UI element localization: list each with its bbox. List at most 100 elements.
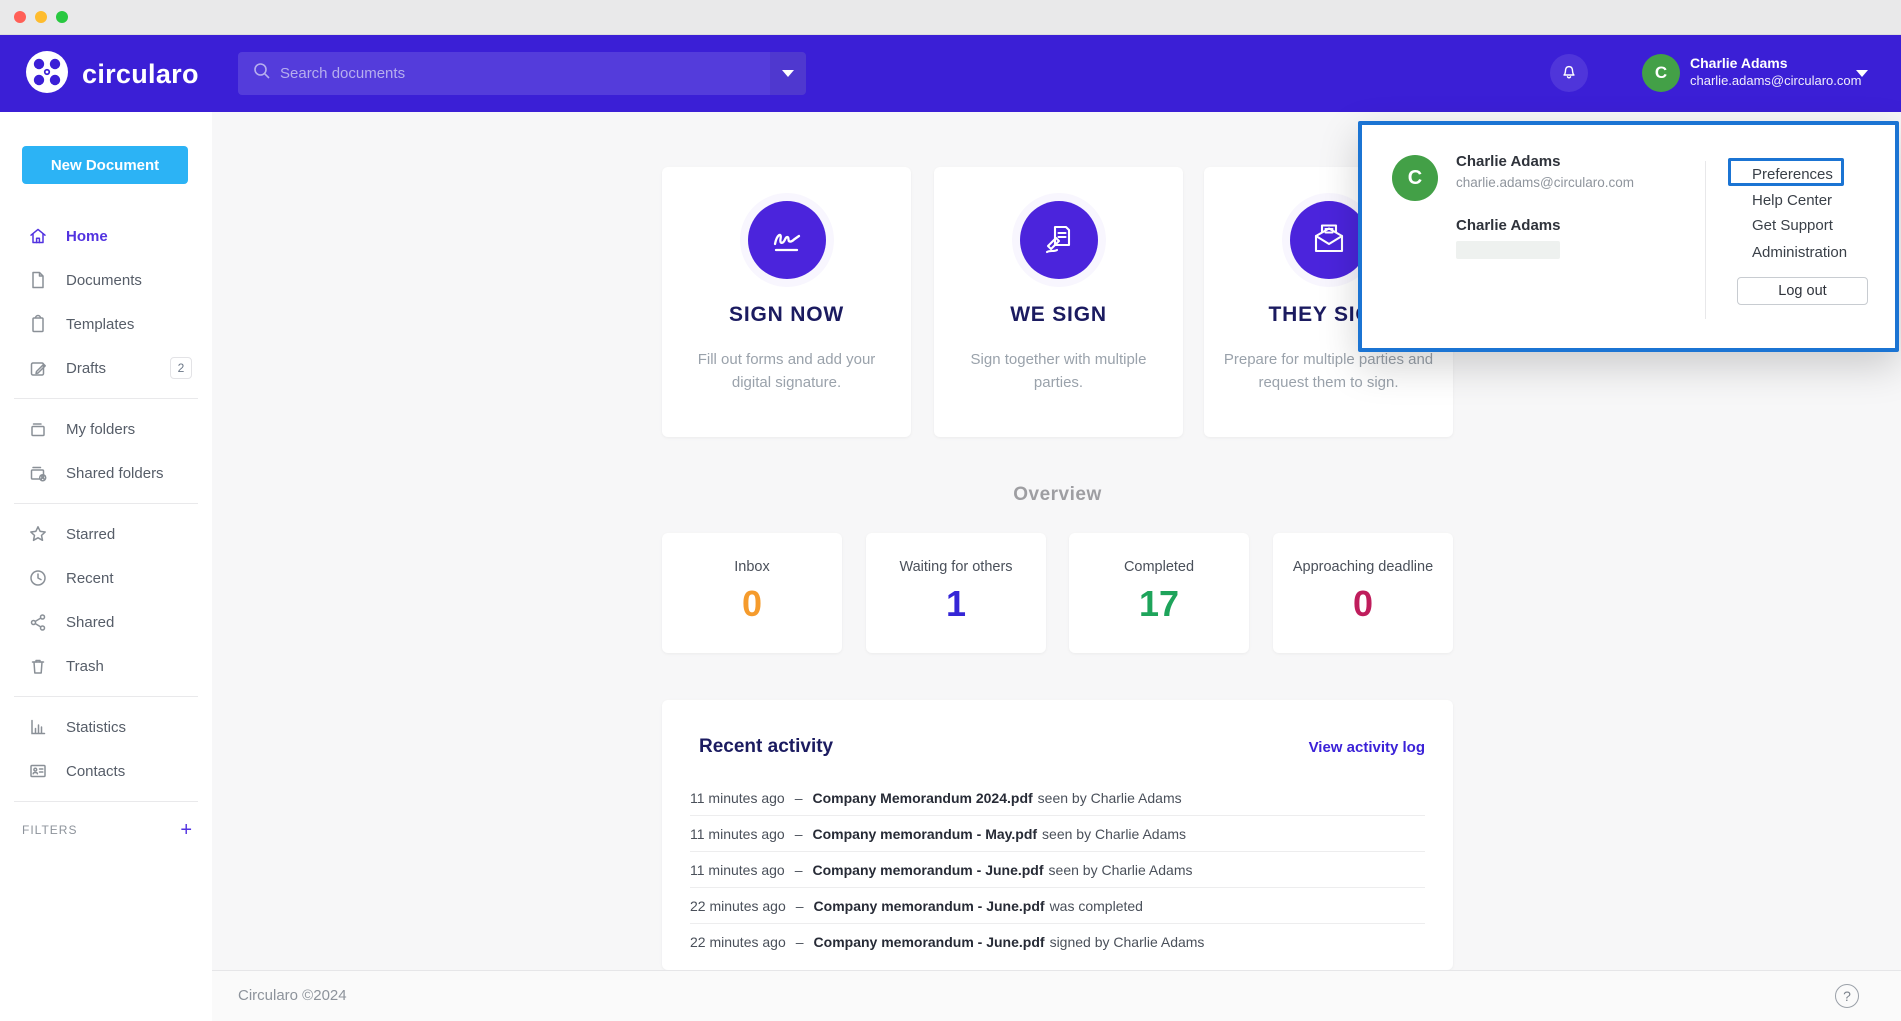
trash-icon	[28, 656, 48, 676]
shared-folder-icon	[28, 463, 48, 483]
stat-label: Inbox	[662, 559, 842, 575]
user-display-name: Charlie Adams	[1456, 217, 1560, 234]
avatar-initial: C	[1408, 167, 1422, 190]
card-title: WE SIGN	[934, 303, 1183, 327]
app-header: circularo C Charli	[0, 35, 1901, 112]
sidebar-divider	[14, 696, 198, 697]
activity-row[interactable]: 11 minutes ago – Company memorandum - Ma…	[690, 816, 1425, 852]
menu-item-help-center[interactable]: Help Center	[1752, 191, 1832, 211]
sign-now-card[interactable]: SIGN NOW Fill out forms and add your dig…	[662, 167, 911, 437]
document-icon	[28, 270, 48, 290]
sidebar-item-label: Drafts	[66, 360, 106, 377]
brand-logo[interactable]: circularo	[24, 49, 199, 100]
menu-item-get-support[interactable]: Get Support	[1752, 216, 1833, 236]
sidebar-nav: Home Documents Templates	[0, 214, 212, 850]
activity-row[interactable]: 22 minutes ago – Company memorandum - Ju…	[690, 924, 1425, 959]
sidebar-item-shared-folders[interactable]: Shared folders	[0, 451, 212, 495]
stat-value: 17	[1069, 583, 1249, 625]
user-dropdown-panel: C Charlie Adams charlie.adams@circularo.…	[1358, 121, 1899, 352]
contact-card-icon	[28, 761, 48, 781]
window-close-button[interactable]	[14, 11, 26, 23]
notifications-button[interactable]	[1550, 54, 1588, 92]
card-description: Sign together with multiple parties.	[952, 349, 1165, 394]
brand-name: circularo	[82, 59, 199, 90]
redacted-text-placeholder	[1456, 241, 1560, 259]
sidebar-item-label: Statistics	[66, 719, 126, 736]
footer: Circularo ©2024 ?	[212, 970, 1901, 1021]
bell-icon	[1559, 61, 1579, 86]
menu-divider	[1705, 161, 1706, 319]
sidebar-item-drafts[interactable]: Drafts 2	[0, 346, 212, 390]
sidebar-item-documents[interactable]: Documents	[0, 258, 212, 302]
filters-label: FILTERS	[22, 823, 77, 837]
share-icon	[28, 612, 48, 632]
search-input[interactable]	[272, 65, 770, 82]
add-filter-button[interactable]: +	[180, 820, 192, 840]
circularo-logo-icon	[24, 49, 70, 100]
user-chip[interactable]: Charlie Adams charlie.adams@circularo.co…	[1690, 55, 1861, 89]
activity-action: seen by Charlie Adams	[1049, 862, 1193, 878]
sidebar-item-trash[interactable]: Trash	[0, 644, 212, 688]
view-activity-log-link[interactable]: View activity log	[1309, 739, 1425, 756]
user-email: charlie.adams@circularo.com	[1456, 175, 1634, 190]
sidebar-item-contacts[interactable]: Contacts	[0, 749, 212, 793]
sidebar-item-home[interactable]: Home	[0, 214, 212, 258]
bar-chart-icon	[28, 717, 48, 737]
sidebar-item-statistics[interactable]: Statistics	[0, 705, 212, 749]
search-bar	[238, 52, 806, 95]
avatar[interactable]: C	[1642, 54, 1680, 92]
activity-action: signed by Charlie Adams	[1050, 934, 1205, 950]
activity-time: 22 minutes ago	[690, 898, 786, 914]
user-menu-toggle[interactable]	[1856, 70, 1868, 77]
stat-card-inbox[interactable]: Inbox 0	[662, 533, 842, 653]
stat-label: Completed	[1069, 559, 1249, 575]
chevron-down-icon	[782, 70, 794, 77]
logout-button[interactable]: Log out	[1737, 277, 1868, 305]
activity-time: 11 minutes ago	[690, 862, 785, 878]
sidebar-item-shared[interactable]: Shared	[0, 600, 212, 644]
sidebar-item-label: Recent	[66, 570, 114, 587]
new-document-button[interactable]: New Document	[22, 146, 188, 184]
activity-time: 11 minutes ago	[690, 826, 785, 842]
window-minimize-button[interactable]	[35, 11, 47, 23]
menu-item-administration[interactable]: Administration	[1752, 243, 1847, 263]
edit-icon	[28, 358, 48, 378]
question-mark-icon: ?	[1843, 988, 1851, 1004]
activity-time: 22 minutes ago	[690, 934, 786, 950]
filters-section: FILTERS +	[0, 810, 212, 850]
folder-icon	[28, 419, 48, 439]
app-window: circularo C Charli	[0, 0, 1901, 1021]
activity-separator: –	[796, 898, 804, 914]
stat-value: 1	[866, 583, 1046, 625]
clock-icon	[28, 568, 48, 588]
stat-card-waiting[interactable]: Waiting for others 1	[866, 533, 1046, 653]
stat-label: Approaching deadline	[1273, 559, 1453, 575]
sidebar-item-label: Documents	[66, 272, 142, 289]
sidebar-divider	[14, 801, 198, 802]
search-options-dropdown[interactable]	[770, 52, 806, 95]
we-sign-icon	[1020, 201, 1098, 279]
activity-row[interactable]: 22 minutes ago – Company memorandum - Ju…	[690, 888, 1425, 924]
sidebar-item-templates[interactable]: Templates	[0, 302, 212, 346]
sidebar-item-starred[interactable]: Starred	[0, 512, 212, 556]
home-icon	[28, 226, 48, 246]
stat-card-deadline[interactable]: Approaching deadline 0	[1273, 533, 1453, 653]
overview-title: Overview	[662, 484, 1453, 506]
sidebar-item-my-folders[interactable]: My folders	[0, 407, 212, 451]
activity-row[interactable]: 11 minutes ago – Company memorandum - Ju…	[690, 852, 1425, 888]
window-zoom-button[interactable]	[56, 11, 68, 23]
sidebar-item-label: Templates	[66, 316, 134, 333]
activity-document-name: Company memorandum - June.pdf	[813, 862, 1044, 878]
sidebar-divider	[14, 503, 198, 504]
sidebar-item-label: Contacts	[66, 763, 125, 780]
sidebar-item-label: Shared folders	[66, 465, 164, 482]
stat-card-completed[interactable]: Completed 17	[1069, 533, 1249, 653]
activity-action: seen by Charlie Adams	[1042, 826, 1186, 842]
activity-row[interactable]: 11 minutes ago – Company Memorandum 2024…	[690, 780, 1425, 816]
sidebar-item-recent[interactable]: Recent	[0, 556, 212, 600]
user-name: Charlie Adams	[1690, 55, 1861, 73]
we-sign-card[interactable]: WE SIGN Sign together with multiple part…	[934, 167, 1183, 437]
avatar: C	[1392, 155, 1438, 201]
menu-item-preferences[interactable]: Preferences	[1752, 165, 1833, 185]
help-button[interactable]: ?	[1835, 984, 1859, 1008]
